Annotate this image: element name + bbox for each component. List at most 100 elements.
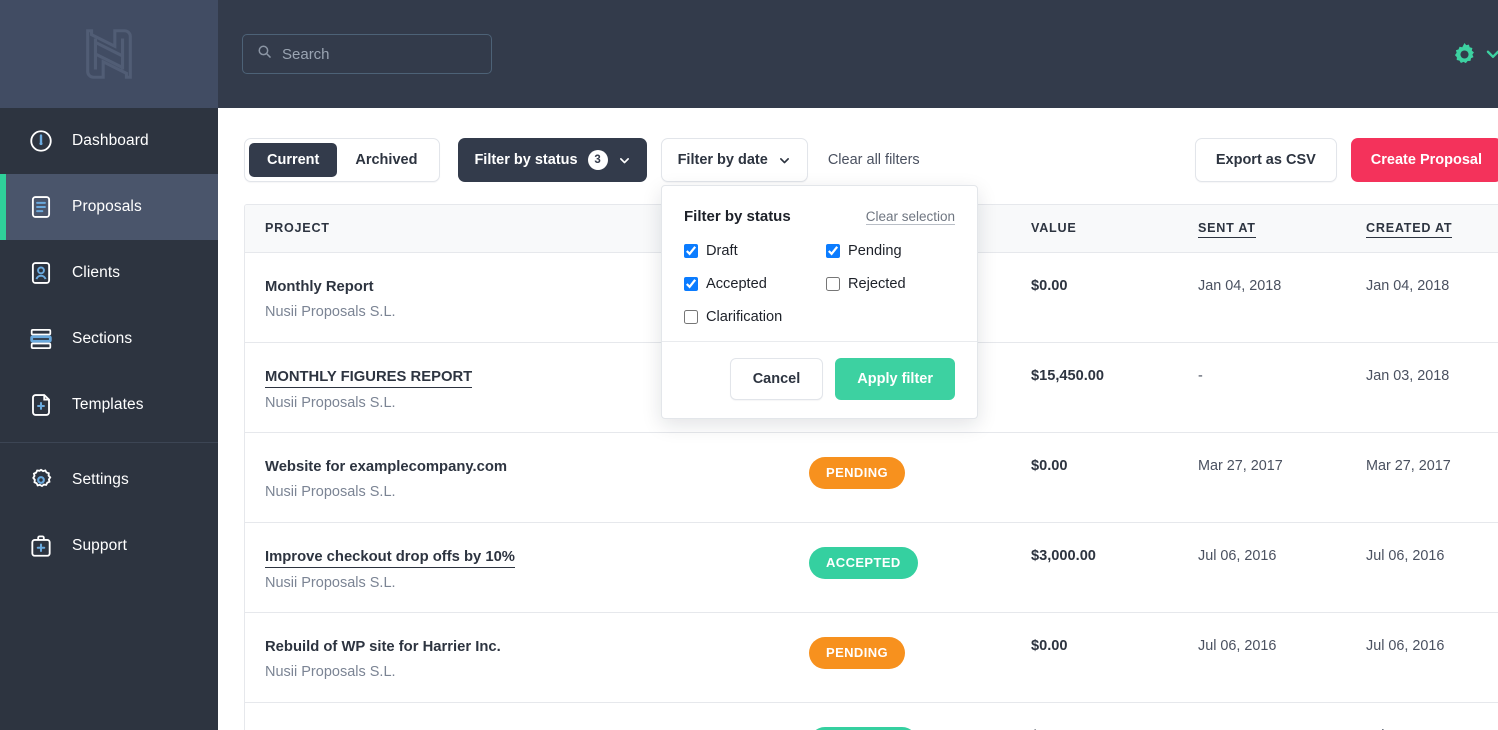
cell-value: $0.00	[1011, 252, 1178, 343]
proposal-title[interactable]: Website for examplecompany.com	[265, 457, 507, 477]
column-header-label[interactable]: CREATED AT	[1366, 221, 1453, 239]
sidebar-item-dashboard[interactable]: Dashboard	[0, 108, 218, 174]
chevron-down-icon[interactable]	[1484, 45, 1498, 63]
proposal-value: $0.00	[1031, 457, 1068, 474]
tab-current[interactable]: Current	[249, 143, 338, 177]
created-at-date: Jul 06, 2016	[1366, 547, 1445, 564]
status-badge: ACCEPTED	[809, 726, 918, 730]
clear-selection-link[interactable]: Clear selection	[865, 209, 955, 225]
checkbox-accepted[interactable]	[684, 277, 698, 291]
filter-panel-title: Filter by status	[684, 208, 791, 225]
filter-option-draft[interactable]: Draft	[684, 243, 826, 259]
proposal-title[interactable]: MONTHLY FIGURES REPORT	[265, 367, 473, 388]
created-at-date: Jul 06, 2016	[1366, 637, 1445, 654]
created-at-date: Jan 04, 2018	[1366, 277, 1450, 294]
proposal-client: Nusii Proposals S.L.	[265, 483, 396, 500]
cell-value: $7,500.00	[1011, 702, 1178, 730]
main-area: Current Archived Filter by status 3 Filt…	[218, 0, 1498, 730]
clear-all-filters-link[interactable]: Clear all filters	[828, 152, 920, 168]
person-card-icon	[28, 260, 54, 286]
status-badge: ACCEPTED	[809, 546, 918, 579]
checkbox-clarification[interactable]	[684, 310, 698, 324]
checkbox-pending[interactable]	[826, 244, 840, 258]
cell-sent-at: Jul 06, 2016	[1178, 612, 1346, 703]
filter-by-status-label: Filter by status	[474, 152, 578, 168]
filter-option-label: Rejected	[848, 276, 906, 292]
cell-value: $0.00	[1011, 432, 1178, 523]
sent-at-date: Jul 06, 2016	[1198, 637, 1277, 654]
document-plus-icon	[28, 392, 54, 418]
tab-archived[interactable]: Archived	[337, 143, 435, 177]
filter-option-pending[interactable]: Pending	[826, 243, 955, 259]
create-proposal-button[interactable]: Create Proposal	[1350, 138, 1498, 182]
sidebar-item-proposals[interactable]: Proposals	[0, 174, 218, 240]
app-root: Dashboard Proposals Clients Sections Tem…	[0, 0, 1498, 730]
sent-at-date: Mar 27, 2017	[1198, 457, 1283, 474]
cell-sent-at: -	[1178, 342, 1346, 433]
filter-by-date-button[interactable]: Filter by date	[660, 138, 808, 182]
sidebar: Dashboard Proposals Clients Sections Tem…	[0, 0, 218, 730]
filter-option-label: Draft	[706, 243, 738, 259]
column-header-label: PROJECT	[265, 221, 330, 236]
gear-icon[interactable]	[1451, 41, 1478, 68]
table-row[interactable]: Rebuild of WP site for Harrier Inc. Nusi…	[245, 612, 1498, 703]
filter-options-grid: Draft Pending Accepted Rejected Clarific…	[684, 243, 955, 325]
cell-sent-at: -	[1178, 702, 1346, 730]
filter-option-label: Clarification	[706, 309, 783, 325]
table-row[interactable]: How to increase trials by 15% in 3 month…	[245, 702, 1498, 730]
created-at-date: Jan 03, 2018	[1366, 367, 1450, 384]
cell-created-at: Jan 04, 2018	[1346, 252, 1498, 343]
column-header-label[interactable]: SENT AT	[1198, 221, 1256, 239]
proposal-title[interactable]: Monthly Report	[265, 277, 374, 297]
filter-by-status-button[interactable]: Filter by status 3	[458, 138, 647, 182]
proposal-value: $0.00	[1031, 277, 1068, 294]
sidebar-item-label: Settings	[72, 471, 129, 488]
sidebar-item-templates[interactable]: Templates	[0, 372, 218, 438]
sidebar-item-label: Clients	[72, 264, 121, 281]
cell-created-at: Jan 03, 2018	[1346, 342, 1498, 433]
table-row[interactable]: Improve checkout drop offs by 10% Nusii …	[245, 522, 1498, 613]
checkbox-rejected[interactable]	[826, 277, 840, 291]
cell-project: How to increase trials by 15% in 3 month…	[245, 702, 789, 730]
filter-option-clarification[interactable]: Clarification	[684, 309, 826, 325]
sidebar-divider	[0, 442, 218, 443]
proposal-title[interactable]: Rebuild of WP site for Harrier Inc.	[265, 637, 501, 657]
account-menu[interactable]	[1451, 41, 1498, 68]
filter-option-accepted[interactable]: Accepted	[684, 276, 826, 292]
checkbox-draft[interactable]	[684, 244, 698, 258]
search-box[interactable]	[242, 34, 492, 74]
cell-sent-at: Jul 06, 2016	[1178, 522, 1346, 613]
search-icon	[257, 44, 272, 64]
filter-option-rejected[interactable]: Rejected	[826, 276, 955, 292]
proposal-value: $3,000.00	[1031, 547, 1096, 564]
cell-value: $0.00	[1011, 612, 1178, 703]
filter-panel-header: Filter by status Clear selection	[684, 208, 955, 225]
column-header-sent-at[interactable]: SENT AT	[1178, 205, 1346, 253]
sidebar-item-settings[interactable]: Settings	[0, 447, 218, 513]
cell-status: PENDING	[789, 432, 1011, 523]
sidebar-item-sections[interactable]: Sections	[0, 306, 218, 372]
proposal-client: Nusii Proposals S.L.	[265, 574, 396, 591]
search-input[interactable]	[282, 35, 462, 73]
sent-at-date: Jul 06, 2016	[1198, 547, 1277, 564]
stacked-rows-icon	[28, 326, 54, 352]
briefcase-plus-icon	[28, 533, 54, 559]
proposal-title[interactable]: Improve checkout drop offs by 10%	[265, 547, 515, 568]
cell-project: Improve checkout drop offs by 10% Nusii …	[245, 522, 789, 613]
table-row[interactable]: Website for examplecompany.com Nusii Pro…	[245, 432, 1498, 523]
proposal-title[interactable]: How to increase trials by 15% in 3 month…	[265, 727, 560, 730]
cell-status: ACCEPTED	[789, 702, 1011, 730]
cancel-button[interactable]: Cancel	[729, 358, 824, 400]
export-as-csv-button[interactable]: Export as CSV	[1194, 138, 1337, 182]
chevron-down-icon	[778, 154, 791, 167]
filter-by-date-label: Filter by date	[677, 152, 768, 168]
cell-created-at: Mar 27, 2017	[1346, 432, 1498, 523]
current-archived-toggle: Current Archived	[244, 138, 441, 182]
sidebar-item-label: Proposals	[72, 198, 142, 215]
apply-filter-button[interactable]: Apply filter	[835, 358, 955, 400]
chevron-down-icon	[618, 154, 631, 167]
column-header-created-at[interactable]: CREATED AT	[1346, 205, 1498, 253]
nusii-n-logo-icon	[78, 23, 140, 85]
sidebar-item-clients[interactable]: Clients	[0, 240, 218, 306]
sidebar-item-support[interactable]: Support	[0, 513, 218, 579]
